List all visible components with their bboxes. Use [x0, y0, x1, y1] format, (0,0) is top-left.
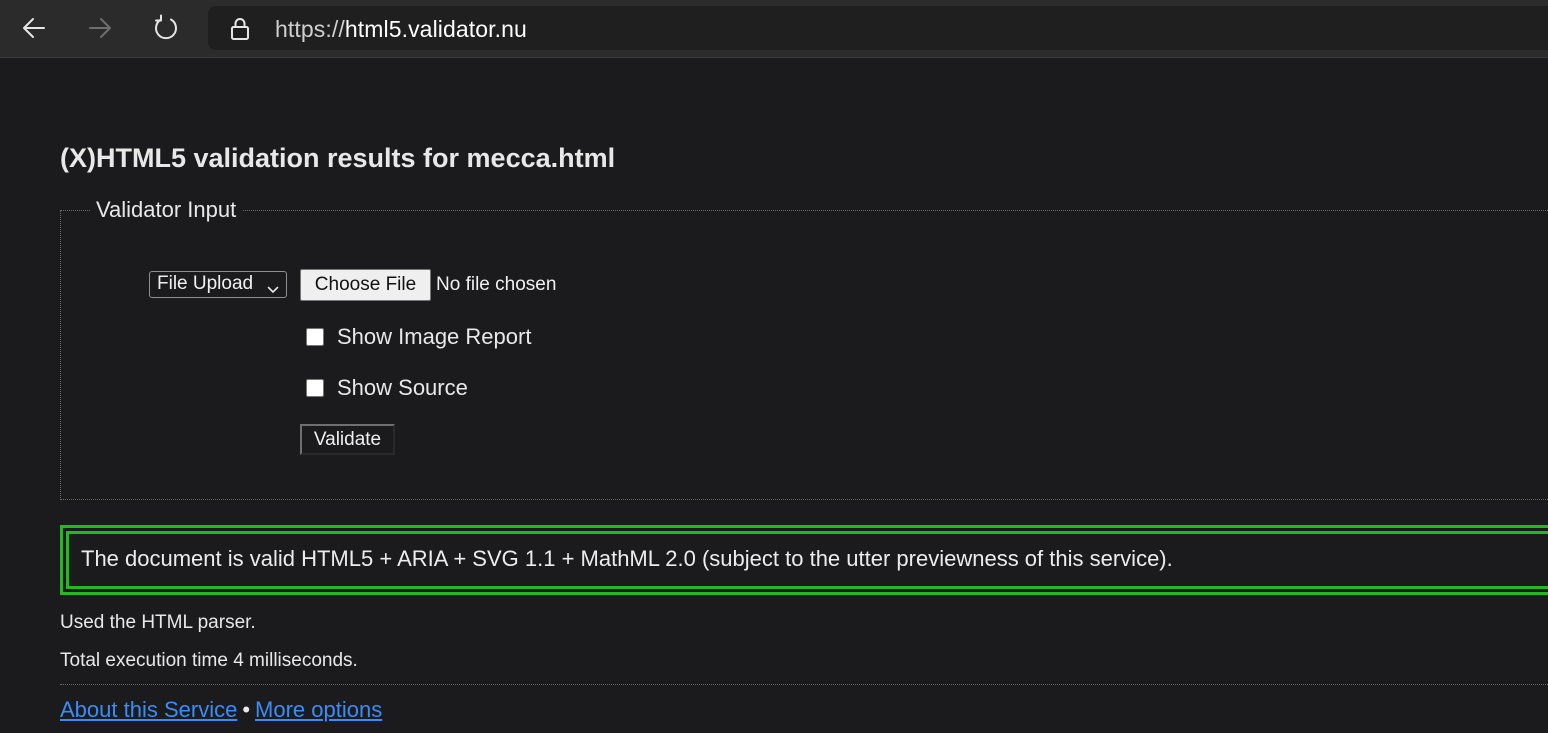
browser-toolbar: https://html5.validator.nu — [0, 0, 1548, 58]
validator-input-fieldset — [60, 210, 1548, 500]
choose-file-button[interactable]: Choose File — [300, 269, 431, 301]
show-source-checkbox[interactable] — [306, 379, 324, 397]
file-status-text: No file chosen — [436, 274, 557, 295]
url-text[interactable]: https://html5.validator.nu — [275, 16, 527, 43]
more-options-link[interactable]: More options — [255, 697, 382, 722]
about-service-link[interactable]: About this Service — [60, 697, 237, 722]
reload-button[interactable] — [148, 10, 184, 46]
show-image-report-label[interactable]: Show Image Report — [337, 324, 531, 350]
input-mode-select[interactable]: File Upload — [149, 271, 287, 298]
url-host: html5.validator.nu — [344, 16, 527, 42]
reload-icon — [152, 14, 180, 42]
validate-button[interactable]: Validate — [300, 424, 395, 455]
parser-info: Used the HTML parser. — [60, 612, 256, 633]
address-bar[interactable]: https://html5.validator.nu — [208, 6, 1548, 50]
back-button[interactable] — [16, 10, 52, 46]
arrow-right-icon — [86, 14, 114, 42]
page-title: (X)HTML5 validation results for mecca.ht… — [60, 143, 616, 173]
success-message: The document is valid HTML5 + ARIA + SVG… — [81, 546, 1173, 571]
show-source-label[interactable]: Show Source — [337, 375, 468, 401]
chevron-down-icon — [267, 279, 279, 301]
footer-separator: • — [242, 697, 251, 722]
show-image-report-checkbox[interactable] — [306, 328, 324, 346]
execution-time-info: Total execution time 4 milliseconds. — [60, 650, 358, 671]
footer-divider — [60, 684, 1548, 685]
lock-icon[interactable] — [230, 17, 250, 46]
url-scheme: https:// — [275, 16, 345, 42]
validator-input-legend: Validator Input — [90, 197, 243, 223]
footer-links: About this Service • More options — [60, 697, 382, 723]
arrow-left-icon — [20, 14, 48, 42]
input-mode-value: File Upload — [157, 273, 254, 294]
forward-button[interactable] — [82, 10, 118, 46]
